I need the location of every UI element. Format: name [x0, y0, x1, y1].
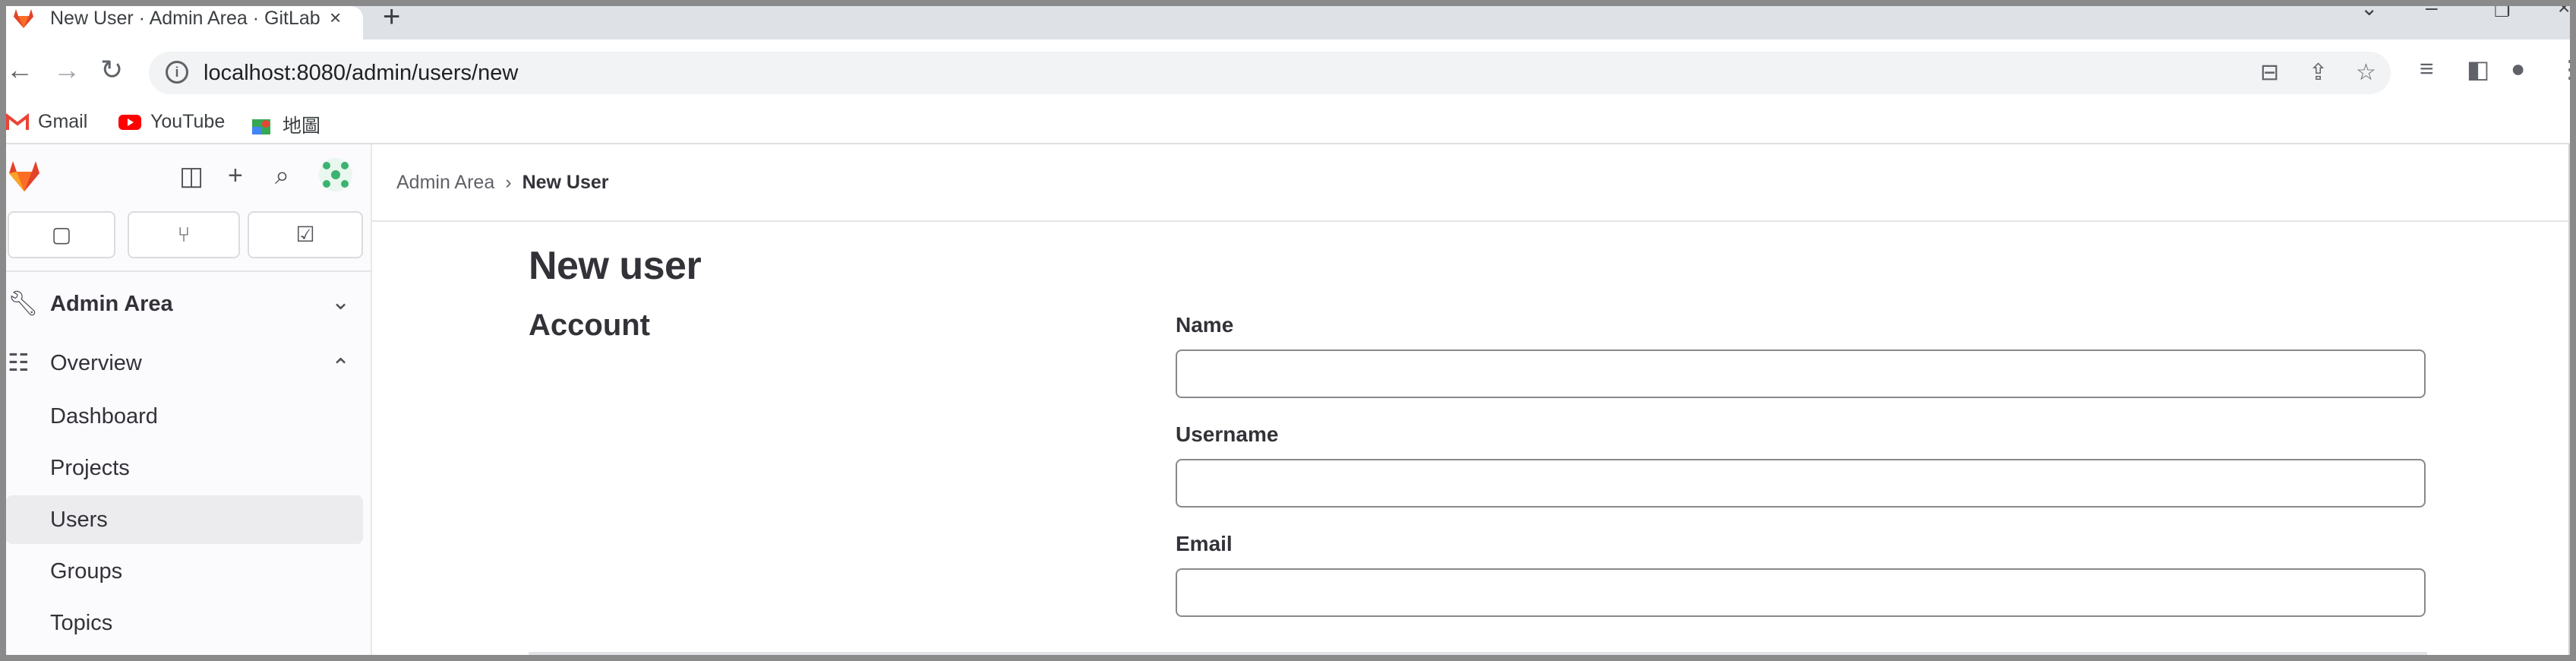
sidebar-item-dashboard[interactable]: Dashboard [6, 392, 363, 441]
browser-window: New User · Admin Area · GitLab × + ⌄ – ❐… [6, 6, 2570, 655]
chevron-up-icon: ⌃ [331, 355, 351, 380]
maps-icon [252, 119, 270, 135]
sidebar-item-label: Groups [50, 559, 123, 584]
bookmarks-bar: Gmail YouTube 地圖 [6, 105, 2570, 144]
sidebar-item-label: Dashboard [50, 404, 158, 429]
profile-icon[interactable]: ● [2511, 55, 2525, 83]
side-panel-icon[interactable]: ◧ [2467, 55, 2489, 84]
avatar[interactable] [317, 157, 354, 193]
gitlab-logo-icon[interactable] [8, 160, 41, 193]
url-text[interactable]: localhost:8080/admin/users/new [204, 61, 518, 86]
restore-icon[interactable]: ❐ [2494, 6, 2511, 22]
share-icon[interactable]: ⇪ [2309, 59, 2328, 86]
username-field[interactable] [1176, 459, 2426, 508]
browser-toolbar: ← → ↻ i localhost:8080/admin/users/new ⊟… [6, 40, 2570, 105]
sidebar-item-groups[interactable]: Groups [6, 547, 363, 596]
merge-request-icon: ⑂ [177, 223, 191, 246]
close-window-icon[interactable]: × [2558, 6, 2570, 20]
sidebar-item-users[interactable]: Users [6, 495, 363, 544]
tab-title: New User · Admin Area · GitLab [50, 8, 320, 29]
site-info-icon[interactable]: i [166, 61, 188, 84]
breadcrumb-separator: › [505, 172, 512, 193]
sidebar-item-label: Projects [50, 456, 130, 480]
header-divider [372, 220, 2570, 222]
toggle-sidebar-icon[interactable]: ◫ [179, 161, 204, 191]
sidebar-item-label: Topics [50, 611, 113, 635]
issues-button[interactable]: ▢ [8, 211, 115, 258]
search-icon[interactable]: ⌕ [275, 161, 289, 191]
email-field[interactable] [1176, 568, 2426, 617]
sidebar-item-topics[interactable]: Topics [6, 599, 363, 647]
bookmark-gmail[interactable]: Gmail [6, 111, 87, 133]
name-label: Name [1176, 313, 1234, 337]
breadcrumb: Admin Area › New User [396, 172, 609, 194]
todo-checkbox-icon: ☑ [295, 223, 315, 246]
back-icon[interactable]: ← [6, 55, 33, 85]
sidebar-item-projects[interactable]: Projects [6, 444, 363, 492]
new-tab-button[interactable]: + [383, 6, 400, 32]
tab-close-icon[interactable]: × [330, 6, 341, 30]
reload-icon[interactable]: ↻ [100, 55, 123, 85]
gitlab-favicon-icon [14, 9, 33, 28]
overview-grid-icon: ☷ [8, 349, 30, 376]
sidebar-group-label: Overview [50, 351, 142, 375]
bookmark-maps[interactable]: 地圖 [251, 111, 320, 138]
chevron-down-icon[interactable]: ⌄ [2360, 6, 2378, 21]
breadcrumb-admin-area[interactable]: Admin Area [396, 172, 494, 193]
create-new-icon[interactable]: + [228, 161, 243, 191]
todos-button[interactable]: ☑ [248, 211, 363, 258]
chevron-down-icon: ⌄ [331, 289, 351, 315]
sidebar-divider [6, 270, 371, 272]
youtube-icon [118, 115, 141, 131]
window-edge [2568, 144, 2570, 655]
sidebar: ◫ + ⌕ ▢ ⑂ ☑ 🔧︎ Admin Area ⌄ ☷ Overview ⌃… [6, 144, 372, 655]
reading-list-icon[interactable]: ≡ [2420, 55, 2434, 83]
page-title: New user [529, 244, 702, 288]
issues-icon: ▢ [51, 223, 72, 246]
admin-wrench-icon: 🔧︎ [8, 289, 39, 317]
bookmark-youtube[interactable]: YouTube [118, 111, 225, 133]
menu-icon[interactable]: ⋮ [2558, 55, 2570, 84]
forward-icon[interactable]: → [53, 55, 80, 85]
translate-icon[interactable]: ⊟ [2260, 59, 2279, 86]
merge-requests-button[interactable]: ⑂ [128, 211, 240, 258]
bookmark-star-icon[interactable]: ☆ [2356, 59, 2376, 86]
minimize-icon[interactable]: – [2426, 6, 2438, 20]
section-divider [529, 652, 2427, 655]
gmail-icon [6, 113, 29, 131]
sidebar-item-label: Users [50, 508, 108, 532]
sidebar-section-admin-area[interactable]: 🔧︎ Admin Area ⌄ [6, 278, 363, 328]
browser-tab[interactable]: New User · Admin Area · GitLab × [6, 6, 363, 40]
email-label: Email [1176, 532, 1233, 555]
name-field[interactable] [1176, 349, 2426, 398]
address-bar[interactable]: i localhost:8080/admin/users/new ⊟ ⇪ ☆ [149, 52, 2391, 94]
breadcrumb-current[interactable]: New User [522, 172, 609, 193]
gitlab-app: ◫ + ⌕ ▢ ⑂ ☑ 🔧︎ Admin Area ⌄ ☷ Overview ⌃… [6, 144, 2570, 655]
tab-strip: New User · Admin Area · GitLab × + ⌄ – ❐… [6, 6, 2570, 40]
section-title-account: Account [529, 308, 650, 342]
sidebar-section-label: Admin Area [50, 292, 173, 316]
sidebar-group-overview[interactable]: ☷ Overview ⌃ [6, 337, 363, 387]
username-label: Username [1176, 422, 1279, 446]
